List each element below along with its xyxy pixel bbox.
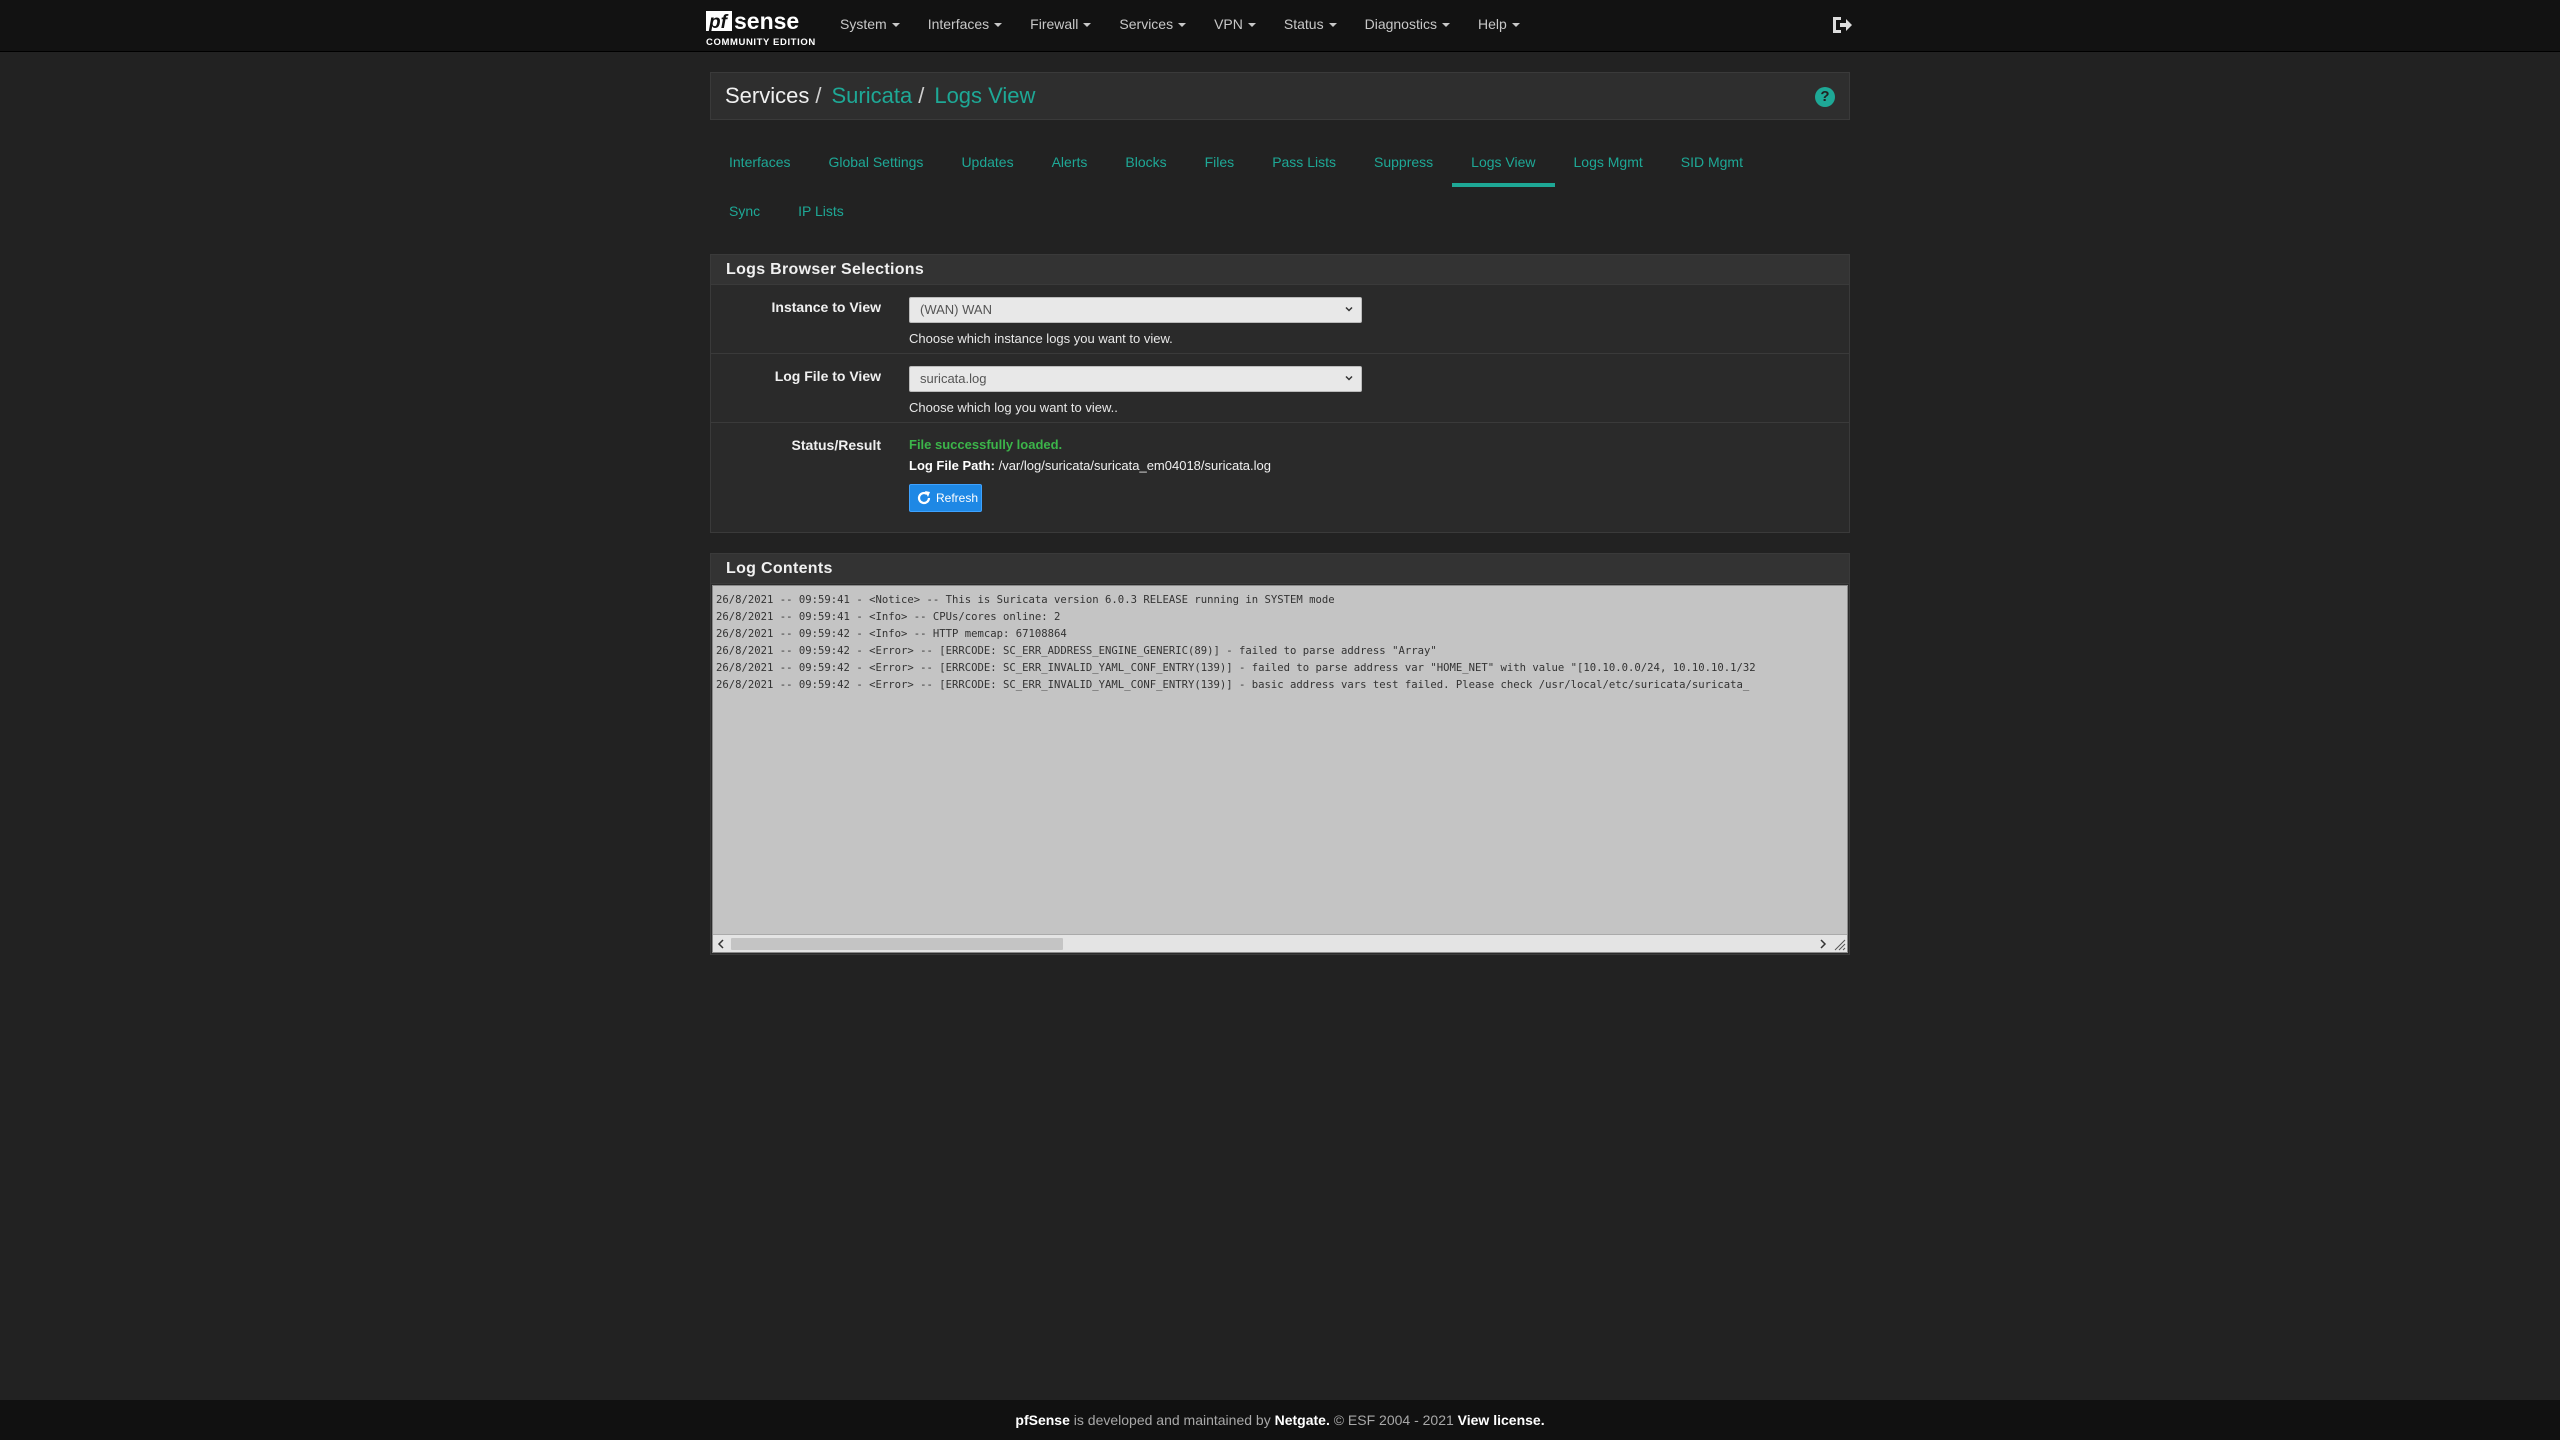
log-contents-panel: Log Contents 26/8/2021 -- 09:59:41 - <No… [710, 553, 1850, 955]
nav-item-label: Status [1283, 16, 1324, 32]
path-label: Log File Path: [909, 458, 995, 473]
footer-brand: pfSense [1015, 1412, 1070, 1428]
nav-help-menu[interactable]: Help [1464, 0, 1534, 52]
brand-subtitle: COMMUNITY EDITION [706, 37, 816, 48]
breadcrumb-suricata[interactable]: Suricata [831, 83, 912, 109]
tab-alerts[interactable]: Alerts [1033, 138, 1107, 187]
tab-blocks[interactable]: Blocks [1106, 138, 1185, 187]
help-icon[interactable]: ? [1815, 87, 1835, 107]
tab-logs-view[interactable]: Logs View [1452, 138, 1555, 187]
tab-files[interactable]: Files [1186, 138, 1254, 187]
footer-text: is developed and maintained by [1069, 1412, 1275, 1428]
caret-down-icon [1247, 23, 1256, 28]
refresh-icon [917, 491, 931, 505]
instance-label: Instance to View [771, 299, 881, 315]
horizontal-scrollbar[interactable] [713, 934, 1847, 952]
pfsense-logo[interactable]: pf sense COMMUNITY EDITION [704, 5, 815, 48]
refresh-button[interactable]: Refresh [909, 484, 982, 512]
logfile-select[interactable]: suricata.log [909, 366, 1362, 392]
main-content: Services / Suricata / Logs View ? Interf… [710, 72, 1850, 955]
nav-item-label: Diagnostics [1364, 16, 1437, 32]
nav-item-label: Help [1477, 16, 1507, 32]
scrollbar-thumb[interactable] [731, 938, 1063, 950]
pfsense-logo-mark: pf sense [706, 8, 799, 34]
view-license-link[interactable]: View license. [1458, 1412, 1545, 1428]
log-line: 26/8/2021 -- 09:59:42 - <Error> -- [ERRC… [716, 645, 1437, 657]
breadcrumb: Services / Suricata / Logs View ? [710, 72, 1850, 120]
nav-diagnostics-menu[interactable]: Diagnostics [1351, 0, 1464, 52]
chevron-down-icon [1345, 375, 1353, 381]
nav-interfaces-menu[interactable]: Interfaces [914, 0, 1016, 52]
status-text: File successfully loaded. [909, 437, 1063, 452]
caret-down-icon [891, 23, 900, 28]
nav-status-menu[interactable]: Status [1270, 0, 1351, 52]
nav-item-label: Interfaces [927, 16, 990, 32]
scroll-right-icon[interactable] [1817, 938, 1829, 950]
instance-help-text: Choose which instance logs you want to v… [909, 331, 1173, 346]
netgate-link[interactable]: Netgate. [1275, 1412, 1330, 1428]
logfile-label: Log File to View [774, 368, 881, 384]
nav-system-menu[interactable]: System [826, 0, 914, 52]
panel-title: Log Contents [711, 554, 1849, 584]
log-line: 26/8/2021 -- 09:59:42 - <Info> -- HTTP m… [716, 628, 1067, 640]
panel-title: Logs Browser Selections [711, 255, 1849, 285]
path-value: /var/log/suricata/suricata_em04018/suric… [998, 458, 1272, 473]
nav-item-label: Firewall [1030, 16, 1079, 32]
nav-item-label: Services [1119, 16, 1174, 32]
tab-updates[interactable]: Updates [942, 138, 1032, 187]
tab-suppress[interactable]: Suppress [1355, 138, 1452, 187]
instance-row: Instance to View (WAN) WAN Choose which … [711, 285, 1849, 354]
footer-copyright: © ESF 2004 - 2021 [1329, 1412, 1458, 1428]
nav-vpn-menu[interactable]: VPN [1200, 0, 1270, 52]
log-line: 26/8/2021 -- 09:59:41 - <Notice> -- This… [716, 594, 1335, 606]
tab-global-settings[interactable]: Global Settings [809, 138, 942, 187]
logs-browser-selections-panel: Logs Browser Selections Instance to View… [710, 254, 1850, 533]
tab-interfaces[interactable]: Interfaces [710, 138, 809, 187]
logo-main-text: sense [734, 8, 799, 34]
breadcrumb-logs-view[interactable]: Logs View [934, 83, 1035, 109]
tabs-row-1: Interfaces Global Settings Updates Alerts Bl… [710, 138, 1850, 187]
nav-item-label: VPN [1214, 16, 1243, 32]
tab-sync[interactable]: Sync [710, 187, 779, 236]
caret-down-icon [1441, 23, 1450, 28]
caret-down-icon [1178, 23, 1187, 28]
chevron-down-icon [1345, 306, 1353, 312]
tab-logs-mgmt[interactable]: Logs Mgmt [1555, 138, 1662, 187]
logo-prefix-text: pf [708, 12, 729, 33]
log-textarea[interactable]: 26/8/2021 -- 09:59:41 - <Notice> -- This… [712, 585, 1848, 953]
main-menu: System Interfaces Firewall Services VPN Statu… [826, 0, 1534, 52]
tabs-row-2: Sync IP Lists [710, 187, 1850, 236]
log-line: 26/8/2021 -- 09:59:42 - <Error> -- [ERRC… [716, 662, 1756, 674]
scroll-left-icon[interactable] [715, 938, 727, 950]
breadcrumb-separator: / [918, 83, 925, 108]
caret-down-icon [1083, 23, 1092, 28]
tab-ip-lists[interactable]: IP Lists [779, 187, 863, 236]
status-row: Status/Result File successfully loaded. … [711, 423, 1849, 532]
status-label: Status/Result [791, 437, 881, 453]
instance-select-value: (WAN) WAN [920, 302, 992, 317]
logout-icon[interactable] [1830, 14, 1852, 36]
nav-firewall-menu[interactable]: Firewall [1016, 0, 1105, 52]
log-line: 26/8/2021 -- 09:59:42 - <Error> -- [ERRC… [716, 679, 1750, 691]
nav-item-label: System [840, 16, 887, 32]
log-line: 26/8/2021 -- 09:59:41 - <Info> -- CPUs/c… [716, 611, 1061, 623]
refresh-label: Refresh [936, 491, 979, 505]
breadcrumb-separator: / [815, 83, 822, 108]
log-lines: 26/8/2021 -- 09:59:41 - <Notice> -- This… [716, 592, 1844, 694]
log-file-path: Log File Path: /var/log/suricata/suricat… [909, 458, 1271, 473]
tab-pass-lists[interactable]: Pass Lists [1253, 138, 1355, 187]
caret-down-icon [1328, 23, 1337, 28]
instance-select[interactable]: (WAN) WAN [909, 297, 1362, 323]
top-navbar: pf sense COMMUNITY EDITION System Interfa… [0, 0, 2560, 52]
footer: pfSense is developed and maintained by N… [0, 1400, 2560, 1440]
nav-services-menu[interactable]: Services [1105, 0, 1200, 52]
logfile-select-value: suricata.log [920, 371, 987, 386]
caret-down-icon [994, 23, 1003, 28]
logfile-help-text: Choose which log you want to view.. [909, 400, 1118, 415]
caret-down-icon [1511, 23, 1520, 28]
breadcrumb-services: Services [725, 83, 810, 108]
logfile-row: Log File to View suricata.log Choose whi… [711, 354, 1849, 423]
resize-grip-icon[interactable] [1832, 937, 1846, 951]
tab-sid-mgmt[interactable]: SID Mgmt [1662, 138, 1762, 187]
